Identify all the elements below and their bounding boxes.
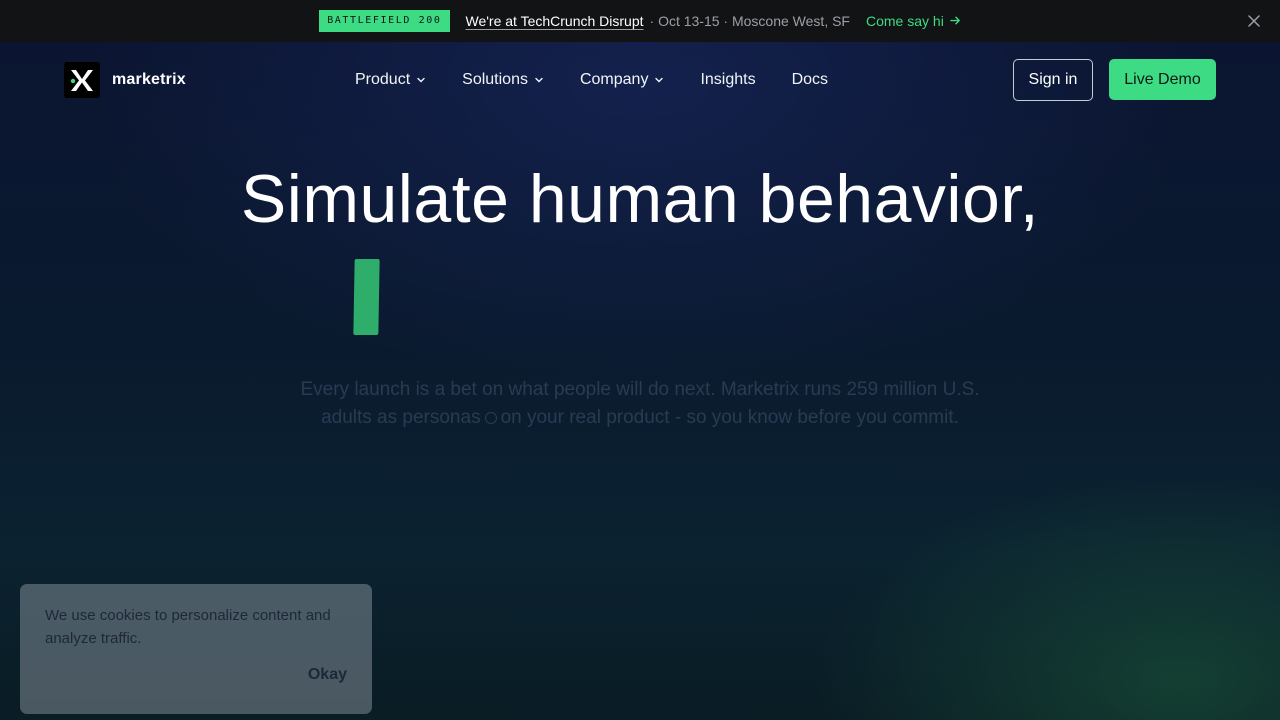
nav-item-company[interactable]: Company [580, 68, 664, 92]
nav-item-label: Solutions [462, 71, 528, 88]
brand-logo[interactable]: marketrix [64, 62, 186, 98]
arrow-right-icon [950, 13, 961, 29]
cookie-banner: We use cookies to personalize content an… [20, 584, 372, 714]
battlefield-badge: BATTLEFIELD 200 [319, 10, 450, 32]
nav-item-product[interactable]: Product [355, 68, 426, 92]
nav-menu: Product Solutions Company Insights Docs [355, 68, 864, 92]
typing-cursor [353, 259, 380, 335]
nav-item-docs[interactable]: Docs [792, 68, 828, 92]
chevron-down-icon [535, 77, 543, 83]
chevron-down-icon [417, 77, 425, 83]
logo-mark-icon [64, 62, 100, 98]
close-icon[interactable] [1244, 11, 1264, 31]
hero-headline: Simulate human behavior, [240, 161, 1040, 237]
nav-item-solutions[interactable]: Solutions [462, 68, 544, 92]
info-icon [484, 412, 497, 424]
nav-item-label: Docs [791, 71, 829, 88]
hero-subtext-part2: on your real product - so you know befor… [500, 407, 959, 428]
come-say-hi-link[interactable]: Come say hi [866, 13, 961, 29]
brand-name: marketrix [112, 71, 186, 88]
announcement-bar: BATTLEFIELD 200 We're at TechCrunch Disr… [0, 0, 1280, 42]
chevron-down-icon [655, 77, 664, 83]
cookie-message: We use cookies to personalize content an… [45, 607, 331, 647]
nav-item-label: Product [355, 71, 411, 88]
hero-subtext: Every launch is a bet on what people wil… [290, 376, 990, 432]
nav-item-insights[interactable]: Insights [700, 68, 755, 92]
event-link[interactable]: We're at TechCrunch Disrupt [466, 13, 644, 29]
cookie-okay-button[interactable]: Okay [308, 666, 347, 684]
nav-item-label: Insights [700, 71, 756, 88]
cta-label: Come say hi [866, 13, 944, 29]
main-nav: marketrix Product Solutions Company Insi… [0, 42, 1280, 118]
sign-in-button[interactable]: Sign in [1013, 59, 1093, 101]
live-demo-button[interactable]: Live Demo [1109, 59, 1216, 100]
event-meta: · Oct 13-15 · Moscone West, SF [649, 13, 850, 29]
nav-item-label: Company [579, 71, 649, 88]
